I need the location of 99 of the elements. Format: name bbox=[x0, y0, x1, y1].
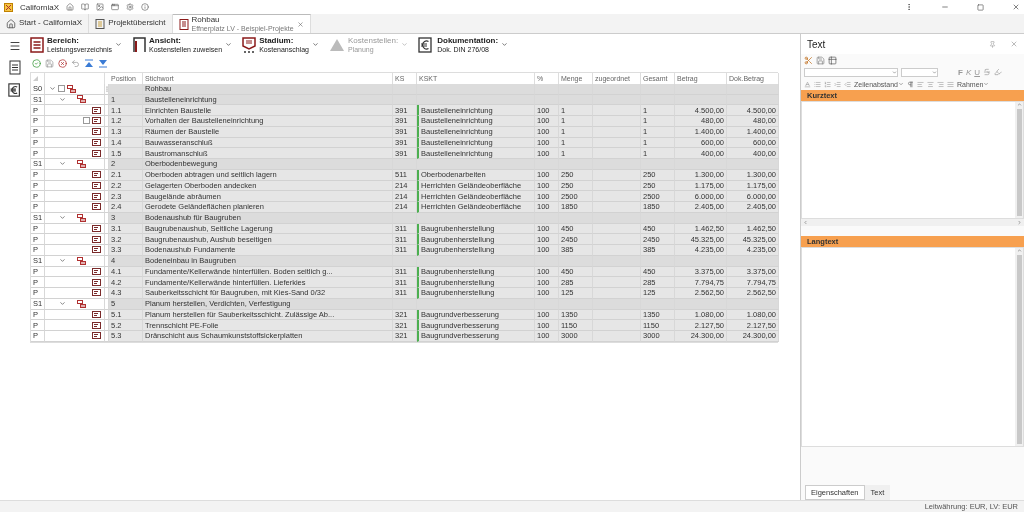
close-icon[interactable] bbox=[296, 20, 304, 28]
table-cell bbox=[727, 83, 779, 95]
table-cell bbox=[559, 83, 593, 95]
table-cell bbox=[393, 255, 417, 267]
document-icon bbox=[178, 18, 189, 30]
pyramid-icon bbox=[328, 38, 345, 52]
table-cell bbox=[593, 83, 641, 95]
app-title: CaliforniaX bbox=[20, 2, 60, 12]
chevron-down-icon[interactable] bbox=[59, 95, 66, 103]
text-color-icon[interactable] bbox=[804, 80, 811, 88]
minimize-icon[interactable] bbox=[941, 3, 949, 11]
settings-icon[interactable] bbox=[126, 3, 135, 11]
corner-icon bbox=[33, 76, 38, 81]
frame-icon bbox=[132, 37, 146, 53]
hierarchy-icon bbox=[67, 84, 76, 93]
caret-icon bbox=[401, 41, 409, 49]
window-icon[interactable] bbox=[111, 3, 120, 11]
table-cell bbox=[641, 83, 675, 95]
scrollbar[interactable] bbox=[1015, 248, 1023, 446]
scroll-left-icon[interactable] bbox=[803, 220, 808, 225]
caret-icon bbox=[115, 41, 122, 49]
scroll-right-icon[interactable] bbox=[1017, 220, 1022, 225]
panel-title: Text bbox=[807, 38, 826, 50]
table-cell bbox=[393, 212, 417, 224]
table-cell bbox=[109, 83, 143, 95]
checkbox[interactable] bbox=[83, 117, 90, 125]
close-icon[interactable] bbox=[1012, 3, 1020, 11]
stage-icon bbox=[242, 37, 257, 53]
text-editor[interactable] bbox=[801, 101, 1024, 219]
check-icon[interactable] bbox=[32, 58, 41, 68]
more-icon[interactable] bbox=[905, 3, 913, 11]
list-icon bbox=[30, 37, 44, 53]
align-justify-icon[interactable] bbox=[947, 80, 954, 88]
home-icon bbox=[6, 18, 16, 29]
align-center-icon[interactable] bbox=[927, 80, 934, 88]
euro-icon[interactable] bbox=[8, 83, 22, 97]
home-icon[interactable] bbox=[66, 3, 75, 11]
cancel-icon[interactable] bbox=[58, 58, 67, 68]
table-cell bbox=[727, 298, 779, 310]
chevron-down-icon[interactable] bbox=[59, 257, 66, 265]
scissors-icon[interactable] bbox=[804, 55, 813, 65]
table-cell bbox=[393, 298, 417, 310]
bullet-list-icon[interactable] bbox=[814, 80, 821, 88]
table-cell bbox=[393, 83, 417, 95]
table-cell bbox=[727, 159, 779, 170]
align-right-icon[interactable] bbox=[937, 80, 944, 88]
hierarchy-icon bbox=[77, 213, 86, 222]
collapse-all-icon[interactable] bbox=[84, 58, 94, 68]
numbered-list-icon[interactable] bbox=[824, 80, 831, 88]
info-icon[interactable] bbox=[141, 3, 150, 11]
table-cell bbox=[727, 255, 779, 267]
close-icon[interactable] bbox=[1010, 40, 1018, 48]
save-icon[interactable] bbox=[45, 58, 54, 68]
text-editor[interactable] bbox=[801, 247, 1024, 447]
font-family-field[interactable] bbox=[804, 67, 898, 77]
table-cell bbox=[727, 212, 779, 224]
table-cell bbox=[535, 83, 559, 95]
checkbox[interactable] bbox=[58, 85, 65, 93]
app-logo-icon bbox=[4, 2, 13, 12]
euro-icon bbox=[418, 37, 435, 53]
scrollbar[interactable] bbox=[801, 219, 1024, 226]
table-cell bbox=[727, 94, 779, 106]
chevron-down-icon[interactable] bbox=[59, 214, 66, 222]
book-icon[interactable] bbox=[81, 3, 90, 11]
indent-icon[interactable] bbox=[834, 80, 841, 88]
pilcrow-icon[interactable] bbox=[907, 80, 914, 88]
chevron-down-icon[interactable] bbox=[59, 300, 66, 308]
hierarchy-icon bbox=[77, 95, 86, 104]
scrollbar[interactable] bbox=[1015, 102, 1023, 218]
align-left-icon[interactable] bbox=[917, 80, 924, 88]
table-cell bbox=[393, 159, 417, 170]
caret-icon bbox=[983, 81, 990, 87]
caret-icon bbox=[225, 41, 233, 49]
hierarchy-icon bbox=[77, 256, 86, 265]
save-icon[interactable] bbox=[816, 55, 825, 65]
highlighter-icon[interactable] bbox=[994, 68, 1002, 76]
chevron-down-icon[interactable] bbox=[49, 85, 56, 93]
caret-icon bbox=[311, 41, 319, 49]
hierarchy-icon bbox=[77, 159, 86, 168]
table-cell bbox=[675, 83, 727, 95]
font-size-field[interactable] bbox=[901, 67, 938, 77]
maximize-icon[interactable] bbox=[977, 3, 984, 11]
pin-icon[interactable] bbox=[989, 40, 996, 48]
list-icon bbox=[95, 18, 106, 29]
chevron-down-icon[interactable] bbox=[59, 160, 66, 168]
outdent-icon[interactable] bbox=[844, 80, 851, 88]
scroll-up-icon[interactable] bbox=[1016, 102, 1022, 107]
document-list-icon[interactable] bbox=[9, 60, 21, 75]
scroll-up-icon[interactable] bbox=[1016, 248, 1022, 253]
menu-icon[interactable] bbox=[9, 40, 21, 52]
caret-icon bbox=[501, 41, 509, 49]
table-icon[interactable] bbox=[828, 55, 837, 65]
image-icon[interactable] bbox=[96, 3, 105, 11]
caret-icon bbox=[932, 69, 937, 75]
undo-icon[interactable] bbox=[71, 58, 80, 68]
table-cell bbox=[393, 94, 417, 106]
strikethrough-icon[interactable] bbox=[983, 68, 991, 76]
hierarchy-icon bbox=[77, 299, 86, 308]
expand-all-icon[interactable] bbox=[98, 58, 108, 68]
